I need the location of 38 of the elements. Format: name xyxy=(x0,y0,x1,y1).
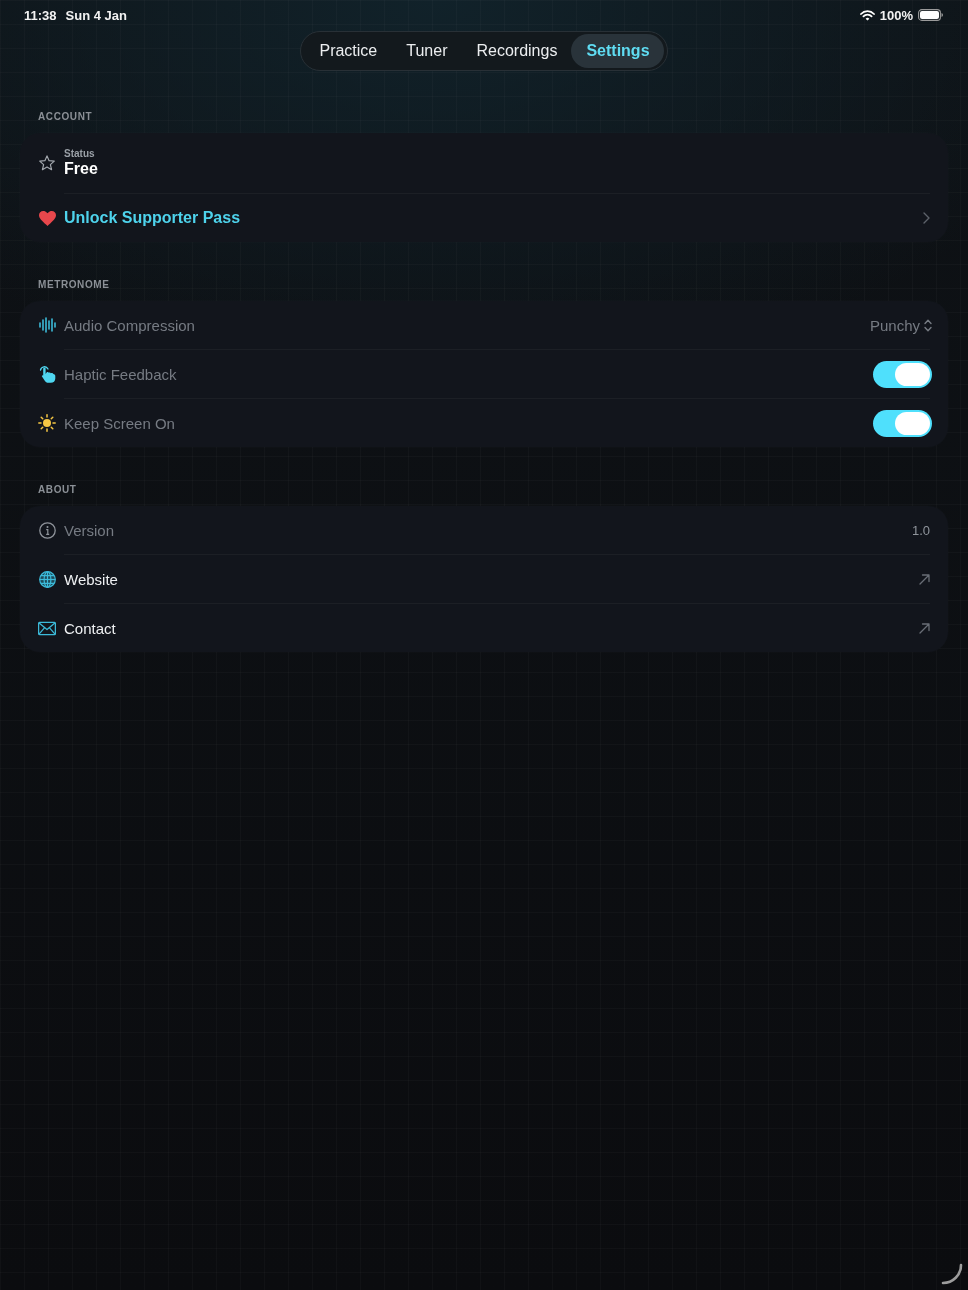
up-down-chevron-icon xyxy=(924,318,932,332)
setting-label: Audio Compression xyxy=(64,316,196,334)
setting-label: Keep Screen On xyxy=(64,414,176,432)
sun-icon xyxy=(38,414,56,432)
envelope-icon xyxy=(38,620,56,636)
setting-label: Haptic Feedback xyxy=(64,365,178,383)
setting-label: Version xyxy=(64,521,116,539)
section-header: ACCOUNT xyxy=(38,110,93,124)
supporter-pass-link[interactable]: Unlock Supporter Pass xyxy=(20,194,948,242)
status-value: Free xyxy=(64,160,98,178)
section-header: ABOUT xyxy=(38,483,77,497)
battery-icon xyxy=(918,9,943,21)
chevron-right-icon xyxy=(923,212,930,224)
toggle-switch[interactable] xyxy=(873,360,932,388)
external-link[interactable]: Contact xyxy=(20,604,948,652)
tab[interactable]: Settings xyxy=(571,34,664,68)
tapping-hand-icon xyxy=(38,365,56,383)
external-link[interactable]: Website xyxy=(20,555,948,603)
star-icon xyxy=(38,154,56,172)
status-date: Sun 4 Jan xyxy=(65,7,127,23)
battery-percentage: 100% xyxy=(879,7,913,23)
status-time: 11:38 xyxy=(24,7,57,23)
spinner-icon xyxy=(941,1263,963,1285)
tab[interactable]: Practice xyxy=(304,34,392,68)
globe-icon xyxy=(38,570,56,588)
arrow-up-right-icon xyxy=(919,622,930,634)
status-label: Status xyxy=(64,148,95,159)
version-value: 1.0 xyxy=(911,522,930,538)
info-icon xyxy=(38,521,56,539)
heart-icon xyxy=(38,210,56,226)
wifi-icon xyxy=(859,9,875,21)
toggle-switch[interactable] xyxy=(873,409,932,437)
section-header: METRONOME xyxy=(38,278,110,292)
tab[interactable]: Tuner xyxy=(391,34,462,68)
waveform-icon xyxy=(38,317,56,333)
arrow-up-right-icon xyxy=(919,573,930,585)
picker-button[interactable]: Punchy xyxy=(869,316,932,334)
tab[interactable]: Recordings xyxy=(461,34,572,68)
